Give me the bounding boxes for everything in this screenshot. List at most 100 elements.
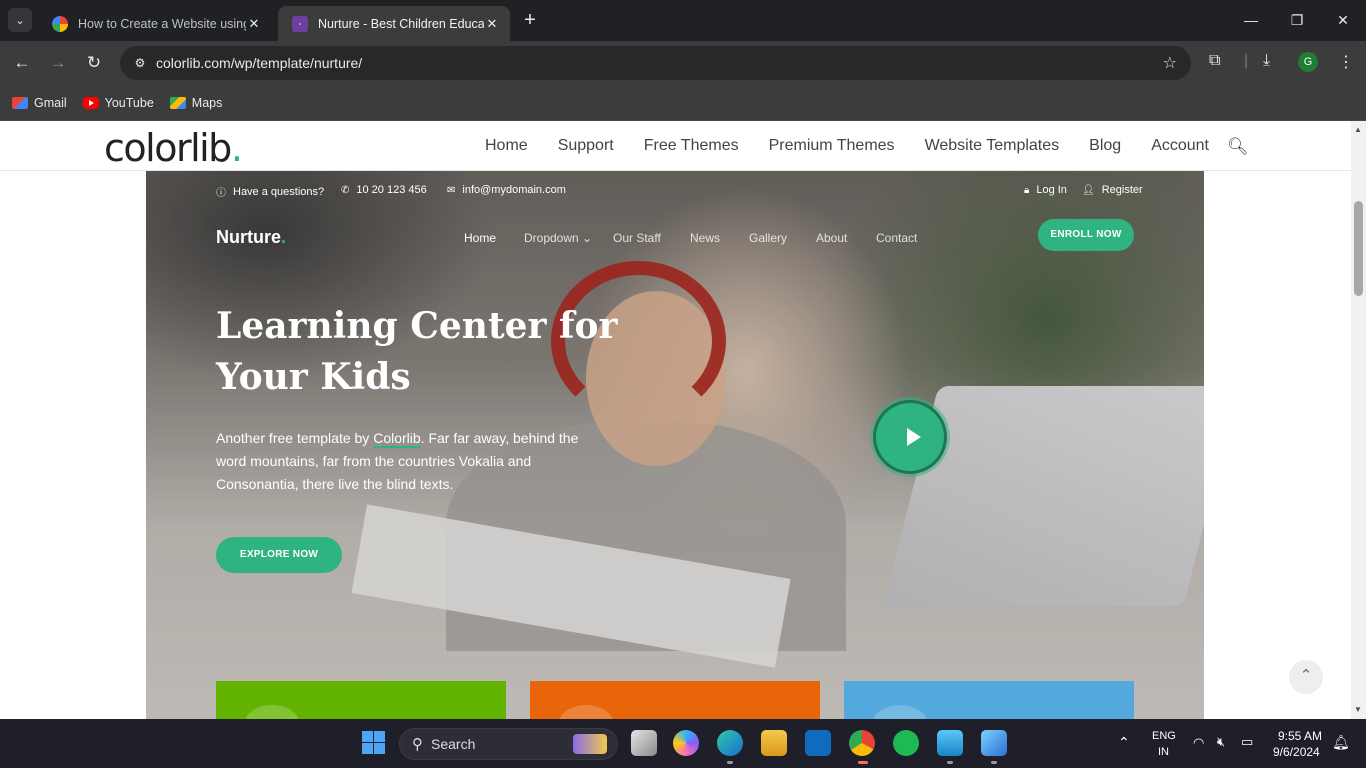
feature-card-orange[interactable]: [530, 681, 820, 719]
volume-muted-icon[interactable]: 🔇︎: [1217, 734, 1225, 750]
template-nav-home[interactable]: Home: [464, 231, 496, 245]
language-indicator[interactable]: ENG: [1152, 730, 1176, 742]
colorlib-header: colorlib. Home Support Free Themes Premi…: [0, 121, 1351, 171]
topbar-question: ⓘ Have a questions?: [216, 185, 325, 200]
task-view-icon[interactable]: [631, 730, 657, 756]
colorlib-icon: c: [292, 15, 308, 32]
spotify-icon[interactable]: [893, 730, 919, 756]
bookmark-gmail[interactable]: Gmail: [12, 96, 67, 110]
nav-free-themes[interactable]: Free Themes: [644, 137, 739, 155]
search-icon[interactable]: 🔍︎: [1227, 137, 1249, 157]
page-scrollbar[interactable]: ▲ ▼: [1351, 121, 1366, 719]
minimize-button[interactable]: —: [1228, 8, 1274, 32]
template-nav-news[interactable]: News: [690, 231, 720, 245]
wifi-icon[interactable]: ◠: [1193, 735, 1204, 751]
topbar-register[interactable]: 👤︎ Register: [1082, 184, 1143, 196]
colorlib-link[interactable]: Colorlib: [373, 430, 421, 448]
play-video-button[interactable]: [873, 400, 947, 474]
maximize-button[interactable]: ❐: [1274, 8, 1320, 32]
back-to-top-button[interactable]: ⌃: [1289, 660, 1323, 694]
nav-home[interactable]: Home: [485, 137, 528, 155]
lock-icon: 🔒︎: [1024, 184, 1030, 196]
nav-premium-themes[interactable]: Premium Themes: [769, 137, 895, 155]
bookmark-label: YouTube: [104, 95, 154, 110]
reload-button[interactable]: ↻: [81, 50, 107, 76]
feature-card-green[interactable]: [216, 681, 506, 719]
forward-button[interactable]: →: [45, 50, 71, 76]
profile-avatar[interactable]: G: [1298, 52, 1318, 72]
photos-icon[interactable]: [981, 730, 1007, 756]
nav-account[interactable]: Account: [1151, 137, 1209, 155]
mail-icon: ✉: [447, 184, 456, 196]
feature-icon: [244, 705, 300, 719]
tab-nurture[interactable]: c Nurture - Best Children Educati ✕: [278, 6, 510, 41]
chevron-up-icon: ⌃: [1299, 667, 1313, 684]
close-tab-icon[interactable]: ✕: [246, 16, 262, 32]
tab-how-to-create[interactable]: How to Create a Website using ✕: [38, 6, 272, 41]
tab-strip: ⌄ How to Create a Website using ✕ c Nurt…: [0, 0, 1366, 41]
battery-icon[interactable]: ▭: [1241, 734, 1253, 750]
running-app-indicator: [991, 761, 997, 764]
notification-bell-icon[interactable]: 🔔︎: [1332, 734, 1350, 751]
phone-icon: ✆: [341, 184, 350, 196]
url-text[interactable]: colorlib.com/wp/template/nurture/: [156, 55, 362, 71]
nav-support[interactable]: Support: [558, 137, 614, 155]
gmail-icon: [12, 96, 28, 109]
active-app-indicator: [858, 761, 868, 764]
scroll-thumb[interactable]: [1354, 201, 1363, 296]
windows-start-icon[interactable]: [361, 730, 387, 756]
chrome-icon[interactable]: [849, 730, 875, 756]
template-nav-contact[interactable]: Contact: [876, 231, 917, 245]
template-nav-dropdown[interactable]: Dropdown ⌄: [524, 231, 592, 245]
copilot-icon[interactable]: [673, 730, 699, 756]
chevron-down-icon: ⌄: [15, 14, 25, 27]
explore-now-button[interactable]: EXPLORE NOW: [216, 537, 342, 573]
extensions-icon[interactable]: ⧉: [1209, 52, 1220, 70]
nurture-logo[interactable]: Nurture.: [216, 227, 286, 248]
nav-website-templates[interactable]: Website Templates: [925, 137, 1060, 155]
bookmarks-bar: Gmail YouTube Maps: [0, 85, 1366, 121]
question-icon: ⓘ: [216, 188, 226, 199]
hero-headline: Learning Center for Your Kids: [216, 305, 618, 398]
close-tab-icon[interactable]: ✕: [484, 16, 500, 32]
topbar-email[interactable]: ✉ info@mydomain.com: [447, 184, 566, 196]
colorlib-logo[interactable]: colorlib.: [104, 126, 243, 170]
feature-card-blue[interactable]: [844, 681, 1134, 719]
bookmark-maps[interactable]: Maps: [169, 96, 222, 110]
template-nav-our-staff[interactable]: Our Staff: [613, 231, 661, 245]
address-bar[interactable]: ⚙ colorlib.com/wp/template/nurture/ ☆: [120, 46, 1191, 80]
download-icon[interactable]: ⤓: [1263, 52, 1270, 70]
enroll-now-button[interactable]: ENROLL NOW: [1038, 219, 1134, 251]
outlook-icon[interactable]: [805, 730, 831, 756]
toolbar-divider: |: [1244, 52, 1249, 69]
taskbar-search[interactable]: ⚲ Search: [399, 728, 618, 760]
running-app-indicator: [947, 761, 953, 764]
close-window-button[interactable]: ✕: [1320, 8, 1366, 32]
new-tab-button[interactable]: +: [518, 9, 542, 33]
nav-blog[interactable]: Blog: [1089, 137, 1121, 155]
clock-date[interactable]: 9/6/2024: [1273, 745, 1320, 759]
bookmark-youtube[interactable]: YouTube: [82, 95, 154, 110]
scroll-down-arrow[interactable]: ▼: [1354, 705, 1362, 714]
tab-title: Nurture - Best Children Educati: [318, 16, 484, 31]
clock-time[interactable]: 9:55 AM: [1278, 729, 1322, 743]
bookmark-label: Gmail: [34, 95, 67, 110]
tab-search-button[interactable]: ⌄: [8, 8, 32, 32]
region-indicator[interactable]: IN: [1158, 746, 1169, 758]
browser-toolbar: ← → ↻ ⚙ colorlib.com/wp/template/nurture…: [0, 41, 1366, 85]
menu-icon[interactable]: ⋮: [1338, 52, 1354, 72]
chevron-up-icon[interactable]: ⌃: [1118, 734, 1130, 751]
colorlib-nav: Home Support Free Themes Premium Themes …: [485, 137, 1239, 155]
template-nav-about[interactable]: About: [816, 231, 847, 245]
file-explorer-icon[interactable]: [761, 730, 787, 756]
back-button[interactable]: ←: [9, 50, 35, 76]
template-nav-gallery[interactable]: Gallery: [749, 231, 787, 245]
topbar-phone: ✆ 10 20 123 456: [341, 184, 427, 196]
notepad-icon[interactable]: [937, 730, 963, 756]
site-info-icon[interactable]: ⚙: [130, 56, 150, 70]
page-viewport: colorlib. Home Support Free Themes Premi…: [0, 121, 1351, 719]
bookmark-star-icon[interactable]: ☆: [1163, 53, 1177, 73]
edge-icon[interactable]: [717, 730, 743, 756]
scroll-up-arrow[interactable]: ▲: [1354, 125, 1362, 134]
topbar-login[interactable]: 🔒︎ Log In: [1024, 184, 1067, 196]
